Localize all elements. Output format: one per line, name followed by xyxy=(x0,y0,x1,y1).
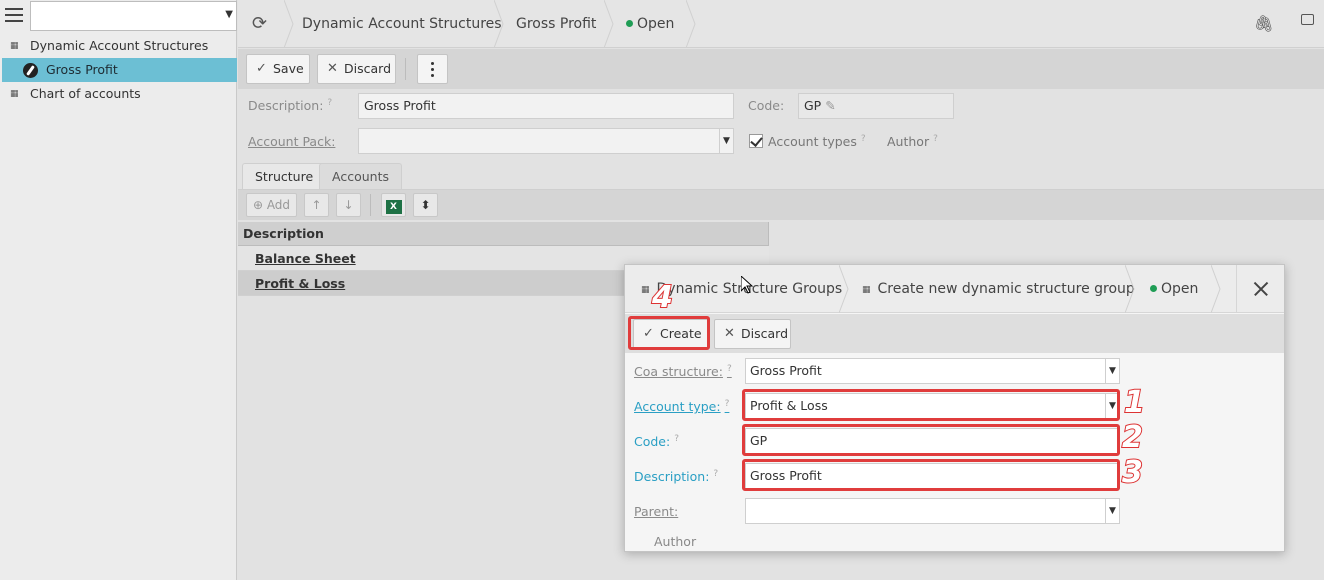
coa-structure-select[interactable]: Gross Profit ▼ xyxy=(745,358,1120,384)
excel-icon: X xyxy=(385,200,402,214)
breadcrumb-separator xyxy=(603,0,614,49)
more-options-button[interactable] xyxy=(417,54,448,84)
highlight-box xyxy=(628,316,710,350)
sidebar-item-chart-of-accounts[interactable]: ▦ Chart of accounts xyxy=(0,82,237,106)
toolbar: ✓ Save ✕ Discard xyxy=(238,49,1324,89)
account-type-label[interactable]: Account type:? xyxy=(634,399,729,414)
sort-button[interactable]: ⬍ xyxy=(413,193,438,217)
dialog-header: ▦ Dynamic Structure Groups ▦ Create new dy… xyxy=(625,264,1284,314)
annotation-number: 1 xyxy=(1123,384,1146,421)
mouse-cursor-icon xyxy=(741,276,753,294)
dialog-discard-button[interactable]: ✕ Discard xyxy=(714,319,791,349)
move-down-button[interactable]: ↓ xyxy=(336,193,361,217)
description-field[interactable]: Gross Profit xyxy=(358,93,734,119)
chevron-down-icon: ▼ xyxy=(719,129,733,153)
breadcrumb-item[interactable]: Gross Profit xyxy=(516,0,596,48)
account-types-label: Account types? xyxy=(768,134,866,150)
description-label: Description:? xyxy=(634,469,719,485)
header: ⟳ Dynamic Account Structures Gross Profi… xyxy=(238,0,1324,49)
breadcrumb-item[interactable]: Dynamic Account Structures xyxy=(302,0,502,48)
edit-pencil-icon: ✎ xyxy=(825,98,836,113)
paperclip-icon[interactable]: 🖇 xyxy=(1254,14,1274,33)
save-button[interactable]: ✓ Save xyxy=(246,54,310,84)
close-icon[interactable] xyxy=(1236,265,1284,313)
annotation-number: 2 xyxy=(1121,419,1144,456)
discard-label: Discard xyxy=(344,61,391,76)
breadcrumb-separator xyxy=(493,0,504,49)
move-up-button[interactable]: ↑ xyxy=(304,193,329,217)
grid-icon: ▦ xyxy=(641,285,649,295)
discard-button[interactable]: ✕ Discard xyxy=(317,54,396,84)
menu-icon[interactable] xyxy=(5,8,23,22)
grid-icon: ▦ xyxy=(10,41,18,51)
dialog-toolbar: ✓ Create ✕ Discard xyxy=(625,314,1284,353)
chevron-down-icon: ▼ xyxy=(1105,359,1119,383)
sidebar: ▼ ▦ Dynamic Account Structures Gross Pro… xyxy=(0,0,237,580)
breadcrumb-separator xyxy=(1210,264,1221,314)
grid-column-header[interactable]: Description xyxy=(238,222,769,246)
account-pack-select[interactable]: ▼ xyxy=(358,128,734,154)
annotation-number: 3 xyxy=(1121,454,1144,491)
code-label: Code: xyxy=(748,98,785,113)
grid-toolbar: ⊕ Add ↑ ↓ X ⬍ xyxy=(238,190,1324,220)
refresh-icon[interactable]: ⟳ xyxy=(252,13,267,34)
dialog-breadcrumb-item[interactable]: ▦ Create new dynamic structure group xyxy=(862,265,1135,313)
author-label: Author xyxy=(654,534,697,549)
chevron-down-icon: ▼ xyxy=(225,9,233,20)
sidebar-item-label: Chart of accounts xyxy=(30,86,141,101)
account-pack-label[interactable]: Account Pack: xyxy=(248,134,335,149)
highlight-box xyxy=(742,424,1120,456)
annotation-number: 4 xyxy=(651,279,674,316)
status-dot-icon xyxy=(1150,284,1157,292)
compass-icon xyxy=(23,63,38,78)
save-label: Save xyxy=(273,61,304,76)
breadcrumb-separator xyxy=(283,0,294,49)
grid-icon: ▦ xyxy=(10,89,18,99)
add-button[interactable]: ⊕ Add xyxy=(246,193,297,217)
author-label: Author? xyxy=(887,134,938,150)
description-label: Description:? xyxy=(248,98,333,114)
comment-icon[interactable] xyxy=(1301,14,1314,25)
sidebar-item-label: Gross Profit xyxy=(46,62,118,77)
sidebar-select[interactable]: ▼ xyxy=(30,1,237,31)
parent-label[interactable]: Parent: xyxy=(634,504,678,519)
sidebar-item-gross-profit[interactable]: Gross Profit xyxy=(2,58,237,82)
code-field[interactable]: GP ✎ xyxy=(798,93,954,119)
coa-structure-label[interactable]: Coa structure:? xyxy=(634,364,732,379)
tab-accounts[interactable]: Accounts xyxy=(319,163,402,189)
parent-select[interactable]: ▼ xyxy=(745,498,1120,524)
close-icon: ✕ xyxy=(327,61,338,76)
close-icon: ✕ xyxy=(724,326,735,341)
grid-icon: ▦ xyxy=(862,285,870,295)
breadcrumb-separator xyxy=(685,0,696,49)
sidebar-item-label: Dynamic Account Structures xyxy=(30,38,209,53)
breadcrumb-separator xyxy=(1124,264,1135,314)
excel-export-button[interactable]: X xyxy=(381,193,406,217)
account-types-checkbox[interactable] xyxy=(749,134,763,148)
highlight-box xyxy=(742,459,1120,491)
code-label: Code:? xyxy=(634,434,679,450)
breadcrumb-separator xyxy=(838,264,849,314)
sidebar-item-dynamic-account-structures[interactable]: ▦ Dynamic Account Structures xyxy=(0,34,237,58)
toolbar-divider xyxy=(370,194,371,216)
status-text: Open xyxy=(637,16,675,32)
status-dot-icon xyxy=(626,19,633,27)
tab-structure[interactable]: Structure xyxy=(242,163,327,189)
check-icon: ✓ xyxy=(256,61,267,76)
highlight-box xyxy=(742,389,1120,421)
chevron-down-icon: ▼ xyxy=(1105,499,1119,523)
dialog-status-badge: Open xyxy=(1150,265,1198,313)
toolbar-divider xyxy=(405,58,406,80)
status-badge: Open xyxy=(626,0,674,48)
